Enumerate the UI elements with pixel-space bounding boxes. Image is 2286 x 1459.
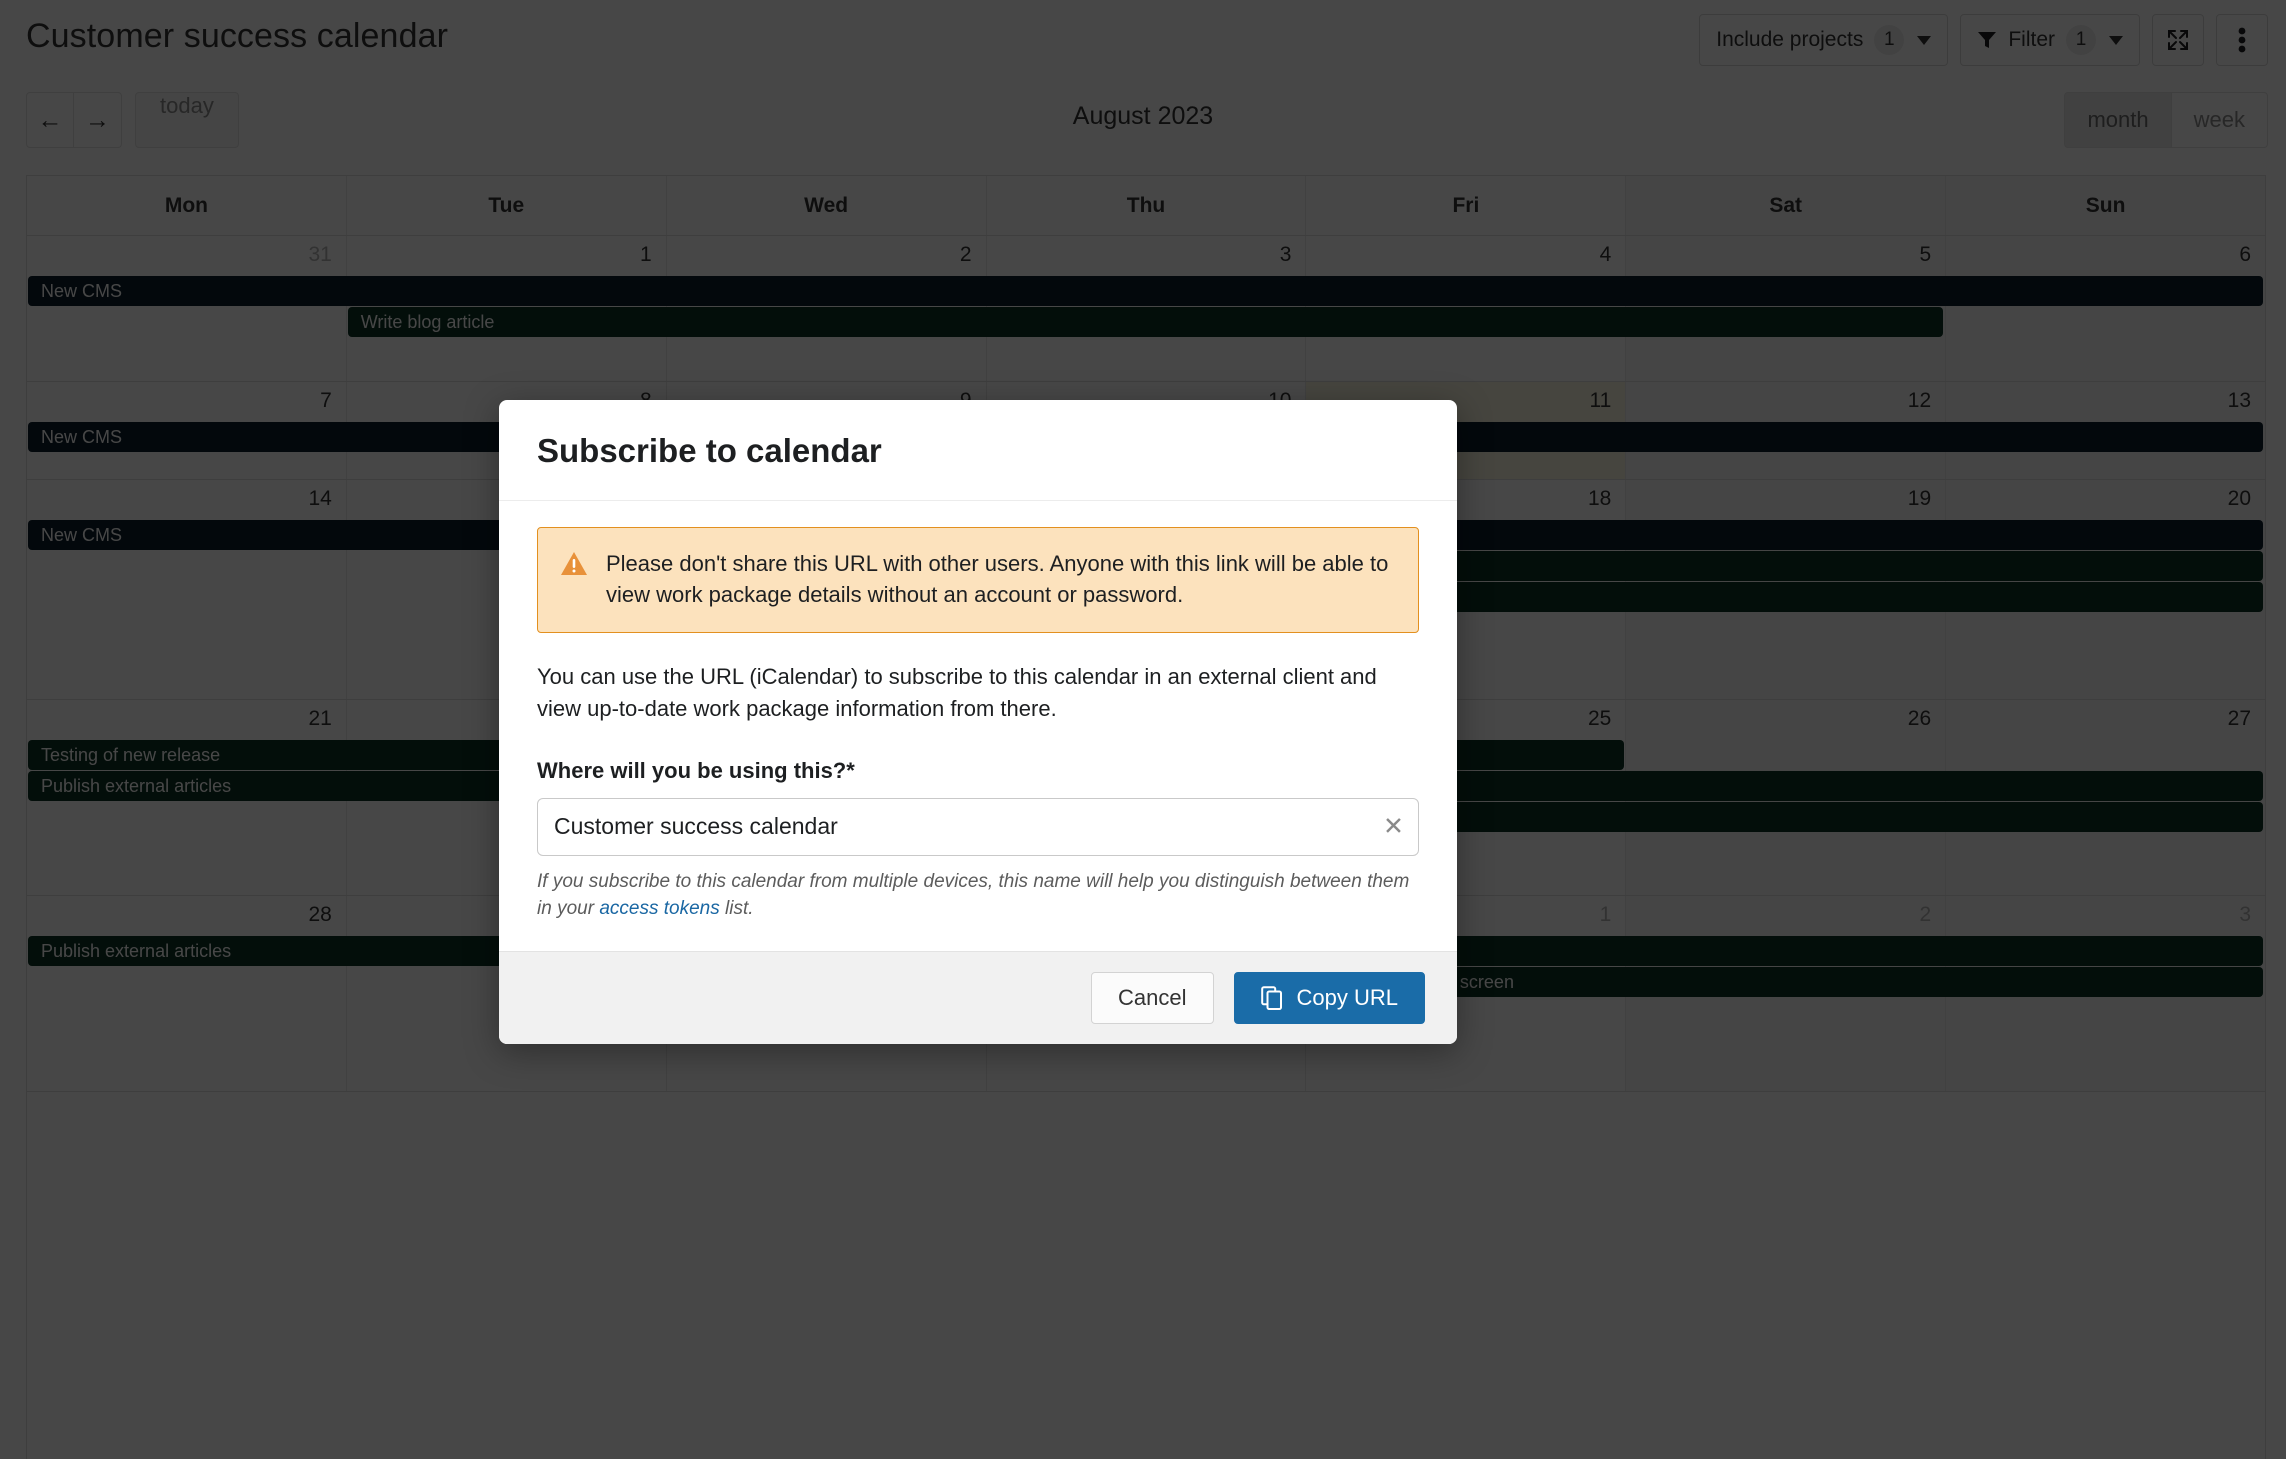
copy-url-button[interactable]: Copy URL [1233,972,1425,1025]
cancel-button[interactable]: Cancel [1091,972,1214,1025]
access-tokens-link[interactable]: access tokens [599,898,719,919]
subscribe-to-calendar-dialog: Subscribe to calendar Please don't share… [499,400,1457,1045]
warning-text: Please don't share this URL with other u… [606,551,1389,608]
warning-banner: Please don't share this URL with other u… [537,527,1419,634]
dialog-footer: Cancel Copy URL [499,951,1457,1045]
name-field-hint: If you subscribe to this calendar from m… [537,868,1419,923]
warning-triangle-icon [561,552,587,575]
dialog-body: Please don't share this URL with other u… [499,501,1457,951]
app-root: Customer success calendar Include projec… [0,0,2286,1459]
dialog-title: Subscribe to calendar [537,432,882,469]
clear-input-icon[interactable]: ✕ [1383,814,1404,839]
name-field-label: Where will you be using this?* [537,757,855,783]
dialog-header: Subscribe to calendar [499,400,1457,501]
dialog-intro-text: You can use the URL (iCalendar) to subsc… [537,664,1377,721]
name-field-wrapper: ✕ [537,797,1419,856]
copy-icon [1260,986,1282,1011]
hint-text-after: list. [719,898,754,920]
calendar-name-input[interactable] [538,813,1418,841]
copy-url-label: Copy URL [1296,985,1398,1011]
